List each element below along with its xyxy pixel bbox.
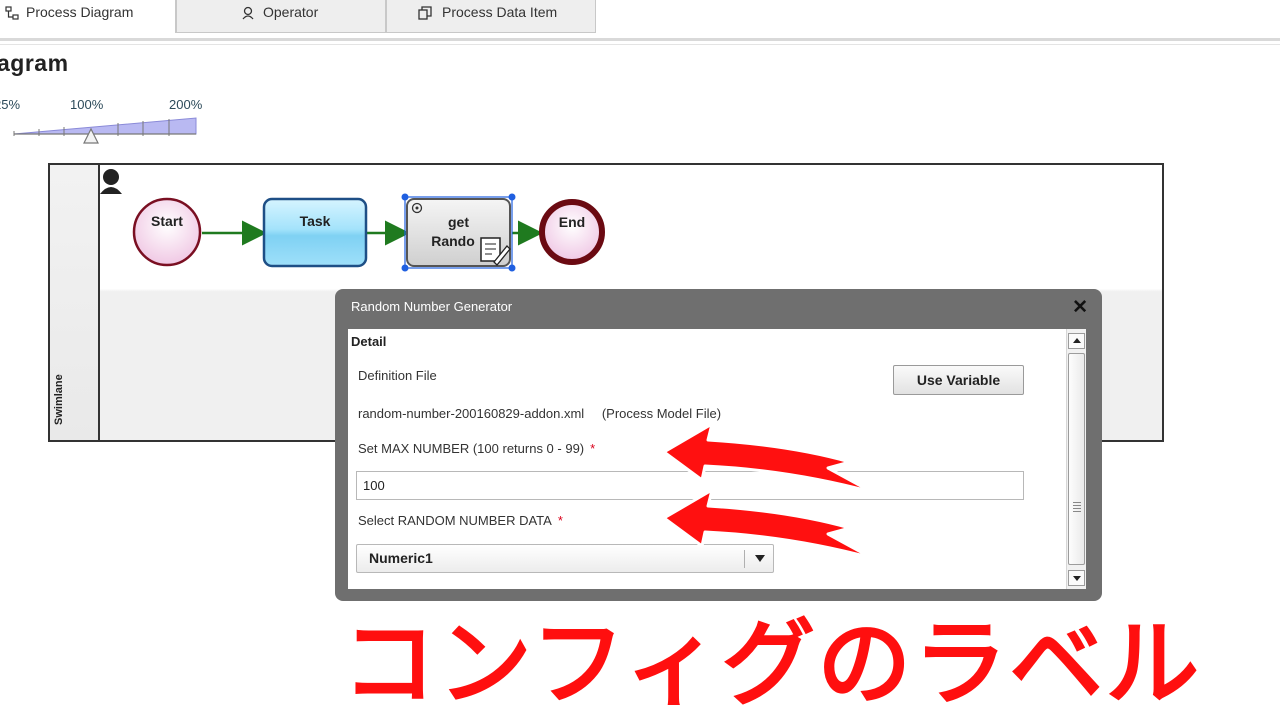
scrollbar-grip bbox=[1073, 502, 1081, 512]
end-event[interactable] bbox=[539, 199, 605, 265]
required-mark: * bbox=[590, 441, 596, 456]
definition-file-value: random-number-200160829-addon.xml (Proce… bbox=[358, 406, 721, 421]
get-random-label-line2: Rando bbox=[431, 233, 475, 249]
random-data-select[interactable]: Numeric1 bbox=[356, 544, 774, 573]
get-random-label-line1: get bbox=[448, 214, 469, 230]
definition-file-label: Definition File bbox=[358, 368, 437, 383]
max-number-label-text: Set MAX NUMBER (100 returns 0 - 99) bbox=[358, 441, 585, 456]
end-label: End bbox=[558, 214, 586, 230]
scrollbar-thumb[interactable] bbox=[1068, 353, 1085, 565]
file-type: (Process Model File) bbox=[601, 406, 722, 421]
select-divider bbox=[744, 550, 745, 568]
addon-config-dialog: Random Number Generator ✕ Detail Definit… bbox=[335, 289, 1102, 601]
use-variable-button[interactable]: Use Variable bbox=[893, 365, 1024, 395]
random-data-label-text: Select RANDOM NUMBER DATA bbox=[358, 513, 552, 528]
close-icon[interactable]: ✕ bbox=[1072, 296, 1088, 319]
task-node[interactable] bbox=[262, 197, 368, 268]
annotation-caption: コンフィグのラベル bbox=[339, 608, 1202, 722]
chevron-down-icon[interactable] bbox=[755, 555, 765, 562]
task-label: Task bbox=[299, 213, 331, 229]
max-number-input[interactable]: 100 bbox=[356, 471, 1024, 500]
start-label: Start bbox=[151, 213, 183, 229]
dialog-title: Random Number Generator bbox=[351, 299, 513, 314]
section-heading: Detail bbox=[351, 334, 387, 349]
lane-person-icon bbox=[100, 169, 122, 194]
scroll-up-icon[interactable] bbox=[1068, 333, 1085, 349]
select-value: Numeric1 bbox=[369, 550, 433, 566]
scroll-down-icon[interactable] bbox=[1068, 570, 1085, 586]
required-mark: * bbox=[557, 513, 563, 528]
max-number-label: Set MAX NUMBER (100 returns 0 - 99) * bbox=[358, 441, 595, 456]
dialog-scrollbar[interactable] bbox=[1066, 329, 1086, 589]
dialog-content: Detail Definition File Use Variable rand… bbox=[348, 329, 1086, 589]
file-name: random-number-200160829-addon.xml bbox=[358, 406, 585, 421]
start-event[interactable] bbox=[132, 197, 202, 267]
random-data-label: Select RANDOM NUMBER DATA * bbox=[358, 513, 563, 528]
